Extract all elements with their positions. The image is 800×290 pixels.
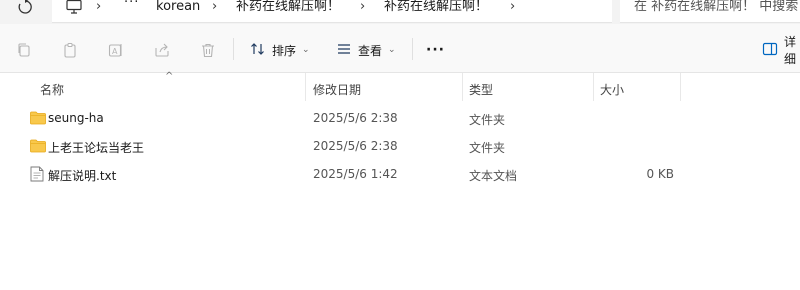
column-header-name[interactable]: 名称 — [40, 81, 64, 98]
file-type: 文本文档 — [469, 169, 518, 183]
column-divider[interactable] — [680, 73, 681, 101]
folder-icon — [30, 139, 46, 153]
file-row[interactable]: 上老王论坛当老王 2025/5/6 2:38 文件夹 — [24, 132, 684, 160]
file-type: 文件夹 — [469, 113, 506, 127]
more-label: ··· — [426, 42, 445, 58]
view-button[interactable]: 查看 ⌄ — [336, 36, 396, 64]
column-header-type[interactable]: 类型 — [469, 81, 493, 98]
breadcrumb-folder-1[interactable]: 补药在线解压啊！ — [236, 0, 340, 16]
chevron-right-icon[interactable]: › — [510, 0, 515, 16]
column-divider[interactable] — [305, 73, 306, 101]
folder-icon — [30, 111, 46, 125]
breadcrumb-korean[interactable]: korean — [156, 0, 200, 16]
file-name: 解压说明.txt — [48, 169, 117, 183]
details-pane-icon — [762, 41, 778, 60]
toolbar-divider — [233, 38, 234, 60]
breadcrumb-more[interactable]: ··· — [124, 0, 139, 12]
details-label: 详细 — [784, 35, 797, 66]
paste-icon[interactable] — [62, 42, 78, 58]
details-pane-button[interactable]: 详细 — [762, 35, 800, 66]
toolbar-divider — [412, 38, 413, 60]
address-bar-row: › ··· korean › 补药在线解压啊！ › 补药在线解压啊！ › 在 补… — [0, 0, 800, 24]
delete-icon[interactable] — [200, 42, 216, 58]
file-date: 2025/5/6 1:42 — [313, 167, 398, 181]
search-placeholder: 在 补药在线解压啊！ 中搜索 — [634, 0, 799, 14]
column-divider[interactable] — [593, 73, 594, 101]
svg-text:A: A — [112, 47, 118, 56]
refresh-icon[interactable] — [16, 0, 34, 16]
column-header-size[interactable]: 大小 — [600, 81, 624, 98]
view-icon — [336, 41, 352, 60]
file-row[interactable]: 解压说明.txt 2025/5/6 1:42 文本文档 0 KB — [24, 160, 684, 188]
sort-ascending-icon: ^ — [165, 71, 174, 82]
breadcrumb-folder-2[interactable]: 补药在线解压啊！ — [384, 0, 488, 16]
file-type: 文件夹 — [469, 141, 506, 155]
column-divider[interactable] — [462, 73, 463, 101]
file-row[interactable]: seung-ha 2025/5/6 2:38 文件夹 — [24, 104, 684, 132]
chevron-down-icon: ⌄ — [388, 45, 396, 55]
sort-icon — [250, 41, 266, 60]
file-size: 0 KB — [646, 167, 674, 181]
chevron-down-icon: ⌄ — [302, 45, 310, 55]
address-box[interactable]: › ··· korean › 补药在线解压啊！ › 补药在线解压啊！ › — [52, 0, 612, 23]
sort-button[interactable]: 排序 ⌄ — [250, 36, 310, 64]
sort-label: 排序 — [272, 43, 297, 58]
view-label: 查看 — [358, 43, 383, 58]
more-options-button[interactable]: ··· — [426, 36, 445, 64]
file-name: seung-ha — [48, 111, 104, 125]
search-input[interactable]: 在 补药在线解压啊！ 中搜索 — [620, 0, 800, 23]
column-header-date[interactable]: 修改日期 — [313, 81, 361, 98]
file-date: 2025/5/6 2:38 — [313, 139, 398, 153]
computer-icon — [66, 0, 82, 14]
share-icon[interactable] — [154, 42, 170, 58]
chevron-right-icon: › — [212, 0, 218, 14]
chevron-right-icon: › — [96, 0, 102, 14]
file-date: 2025/5/6 2:38 — [313, 111, 398, 125]
rename-icon[interactable]: A — [108, 42, 124, 58]
chevron-right-icon: › — [360, 0, 366, 14]
file-name: 上老王论坛当老王 — [48, 141, 145, 155]
text-file-icon — [30, 166, 46, 182]
copy-icon[interactable] — [16, 42, 32, 58]
